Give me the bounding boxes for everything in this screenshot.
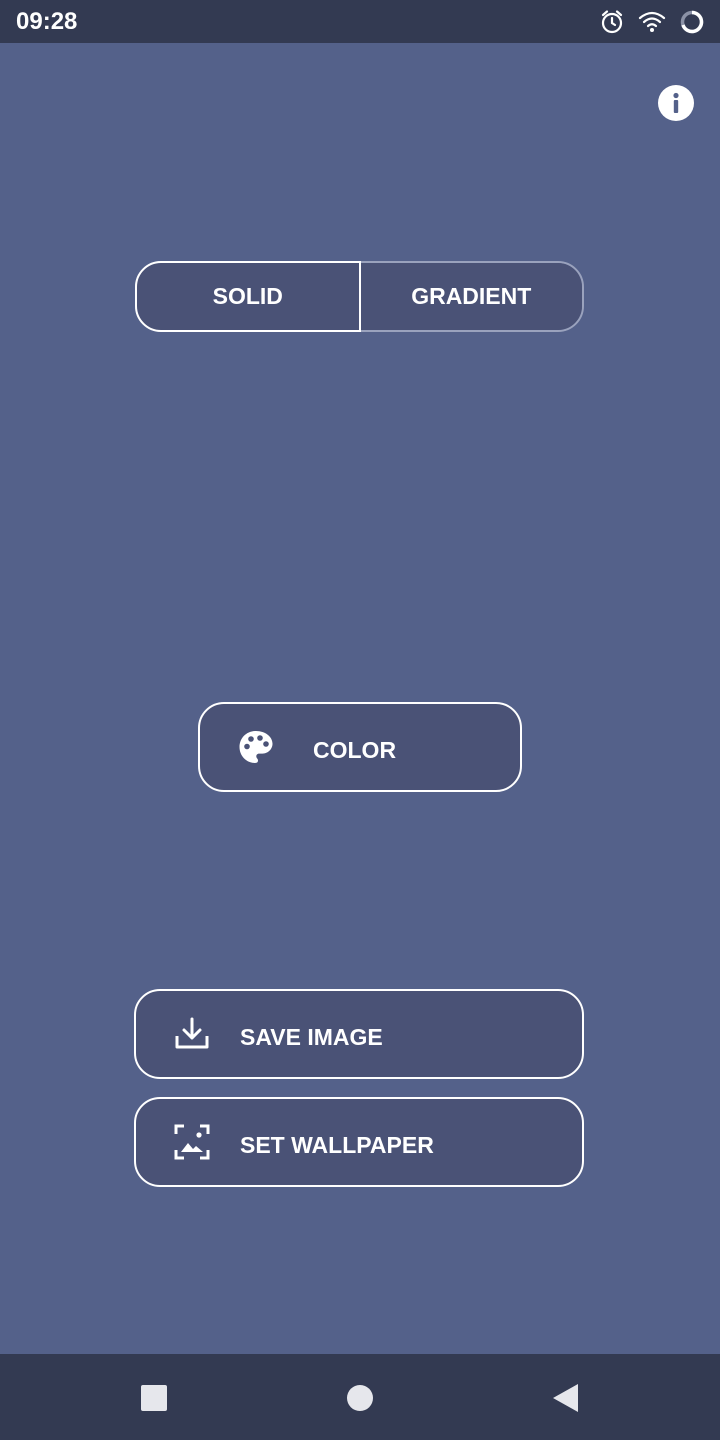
info-icon [673, 92, 679, 113]
color-button-label: COLOR [313, 737, 397, 763]
mode-toggle: SOLID GRADIENT [135, 261, 584, 332]
wifi-icon [638, 8, 666, 36]
navigation-bar [0, 1354, 720, 1440]
tab-solid[interactable]: SOLID [135, 261, 361, 332]
home-circle-icon[interactable] [345, 1383, 375, 1413]
save-image-label: SAVE IMAGE [240, 1024, 383, 1050]
status-bar: 09:28 [0, 0, 720, 43]
tab-gradient[interactable]: GRADIENT [360, 263, 582, 330]
color-button[interactable]: COLOR [198, 702, 522, 792]
status-icons [598, 8, 706, 36]
save-image-button[interactable]: SAVE IMAGE [134, 989, 584, 1079]
back-triangle-icon[interactable] [551, 1383, 581, 1413]
wallpaper-icon [172, 1122, 212, 1162]
palette-icon [236, 727, 276, 767]
recents-square-icon[interactable] [139, 1383, 169, 1413]
set-wallpaper-label: SET WALLPAPER [240, 1132, 434, 1158]
set-wallpaper-button[interactable]: SET WALLPAPER [134, 1097, 584, 1187]
alarm-icon [598, 8, 626, 36]
download-icon [172, 1014, 212, 1054]
loading-icon [678, 8, 706, 36]
status-time: 09:28 [16, 8, 78, 35]
info-button[interactable] [658, 85, 694, 121]
